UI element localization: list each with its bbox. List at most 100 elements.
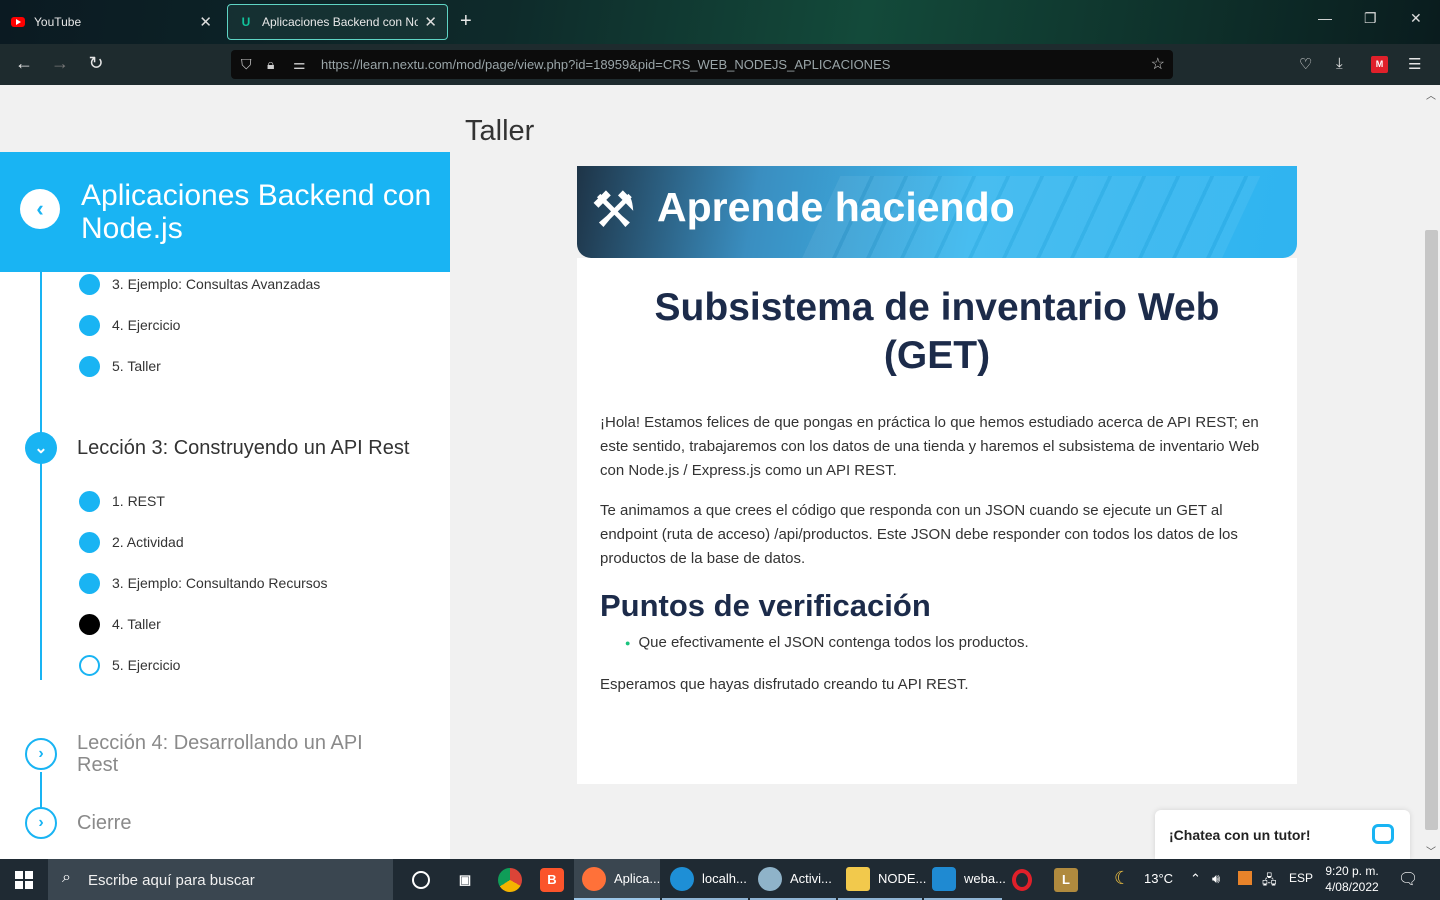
task-view-icon[interactable]: ▣	[445, 859, 485, 900]
taskbar: ⌕ Escribe aquí para buscar ▣ B Aplica...…	[0, 859, 1440, 900]
tab-youtube[interactable]: YouTube ✕	[0, 4, 222, 40]
clock-date: 4/08/2022	[1325, 880, 1379, 894]
tab-title: YouTube	[34, 15, 82, 29]
scrollbar[interactable]: ︿ ﹀	[1423, 85, 1440, 859]
list-item[interactable]: 5. Taller	[79, 354, 161, 378]
restore-icon[interactable]: ❐	[1364, 10, 1377, 27]
menu-icon[interactable]: ☰	[1408, 55, 1421, 73]
closing-paragraph: Esperamos que hayas disfrutado creando t…	[600, 676, 969, 693]
search-placeholder: Escribe aquí para buscar	[88, 872, 255, 889]
page-title: Taller	[465, 115, 535, 147]
progress-dot	[79, 490, 100, 512]
taskbar-app-explorer[interactable]: NODE...	[838, 859, 926, 900]
forward-icon[interactable]: →	[48, 53, 72, 74]
pending-dot	[79, 654, 100, 676]
scroll-thumb[interactable]	[1425, 230, 1438, 830]
chrome-icon[interactable]	[490, 859, 530, 900]
cortana-icon[interactable]	[404, 859, 438, 900]
lesson-4-header[interactable]: › Lección 4: Desarrollando un API Rest	[25, 732, 377, 776]
tab-title: Aplicaciones Backend con Node.js	[262, 15, 419, 29]
course-title: Aplicaciones Backend con Node.js	[81, 179, 432, 245]
content-card: Subsistema de inventario Web (GET) ¡Hola…	[577, 258, 1297, 784]
current-dot	[79, 613, 100, 635]
permissions-icon[interactable]: ⚌	[293, 56, 306, 73]
close-tab-icon[interactable]: ✕	[199, 13, 212, 31]
vscode-icon	[932, 866, 956, 891]
taskbar-app-edge[interactable]: localh...	[662, 859, 748, 900]
progress-dot	[79, 355, 100, 377]
tab-course[interactable]: U Aplicaciones Backend con Node.js ✕	[227, 4, 448, 40]
list-item-current[interactable]: 4. Taller	[79, 612, 161, 636]
language-indicator[interactable]: ESP	[1289, 871, 1313, 885]
network-icon[interactable]: 🖧	[1262, 871, 1277, 893]
banner: ⚒ Aprende haciendo	[577, 166, 1297, 258]
banner-title: Aprende haciendo	[657, 184, 1015, 230]
taskbar-app-paint[interactable]: Activi...	[750, 859, 836, 900]
notifications-icon[interactable]: 🗨︎	[1398, 869, 1418, 889]
chat-widget[interactable]: ¡Chatea con un tutor!	[1155, 810, 1410, 859]
checkpoints-heading: Puntos de verificación	[600, 588, 931, 623]
nextu-icon: U	[241, 15, 251, 29]
league-icon[interactable]: L	[1046, 859, 1086, 900]
shield-icon[interactable]: ⛉	[241, 56, 252, 73]
content-heading: Subsistema de inventario Web (GET)	[654, 286, 1220, 377]
checkpoint-item: Que efectivamente el JSON contenga todos…	[625, 634, 1028, 651]
back-icon[interactable]: ←	[12, 53, 36, 74]
firefox-icon	[582, 866, 606, 891]
progress-dot	[79, 572, 100, 594]
chat-label: ¡Chatea con un tutor!	[1169, 827, 1311, 843]
lock-icon[interactable]: 🔒︎	[267, 56, 274, 73]
pocket-icon[interactable]: ♡	[1299, 55, 1312, 73]
taskbar-search[interactable]: ⌕ Escribe aquí para buscar	[48, 859, 393, 900]
chevron-right-icon[interactable]: ›	[25, 738, 57, 770]
chevron-up-icon[interactable]: ⌃	[1190, 871, 1201, 887]
list-item[interactable]: 3. Ejemplo: Consultas Avanzadas	[79, 272, 320, 296]
clock-time: 9:20 p. m.	[1325, 864, 1379, 878]
url-text[interactable]: https://learn.nextu.com/mod/page/view.ph…	[321, 57, 890, 72]
clock[interactable]: 9:20 p. m. 4/08/2022	[1320, 863, 1384, 895]
list-item[interactable]: 5. Ejercicio	[79, 653, 180, 677]
close-window-icon[interactable]: ✕	[1410, 10, 1422, 27]
download-icon[interactable]: ⤓	[1336, 55, 1343, 72]
weather-moon-icon[interactable]: ☾	[1114, 868, 1130, 889]
chevron-right-icon[interactable]: ›	[25, 807, 57, 839]
windows-start-icon[interactable]	[15, 871, 33, 889]
list-item[interactable]: 3. Ejemplo: Consultando Recursos	[79, 571, 328, 595]
chevron-down-icon[interactable]: ⌄	[25, 432, 57, 464]
notification-app-icon[interactable]	[1238, 871, 1252, 888]
opera-icon[interactable]	[1004, 859, 1040, 900]
extension-icon[interactable]: M	[1371, 56, 1388, 73]
closing-header[interactable]: › Cierre	[25, 807, 377, 839]
paragraph: Te animamos a que crees el código que re…	[600, 502, 1238, 567]
scroll-down-icon[interactable]: ﹀	[1426, 843, 1436, 858]
tools-icon: ⚒	[591, 182, 636, 238]
minimize-icon[interactable]: —	[1318, 10, 1332, 26]
browser-toolbar: ← → ↻ ⛉ 🔒︎ ⚌ https://learn.nextu.com/mod…	[0, 44, 1440, 85]
progress-dot	[79, 531, 100, 553]
chevron-left-icon: ‹	[36, 196, 44, 221]
course-header: ‹ Aplicaciones Backend con Node.js	[0, 152, 450, 272]
close-tab-icon[interactable]: ✕	[424, 13, 437, 31]
edge-icon	[670, 866, 694, 891]
browser-tabstrip: YouTube ✕ U Aplicaciones Backend con Nod…	[0, 0, 1440, 44]
chat-bubble-icon[interactable]	[1372, 824, 1394, 844]
back-button[interactable]: ‹	[20, 189, 60, 229]
progress-dot	[79, 314, 100, 336]
list-item[interactable]: 4. Ejercicio	[79, 313, 180, 337]
taskbar-app-firefox[interactable]: Aplica...	[574, 859, 660, 900]
brave-icon[interactable]: B	[532, 859, 572, 900]
page-content: Taller 3. Ejemplo: Consultas Avanzadas 4…	[0, 85, 1440, 859]
reload-icon[interactable]: ↻	[84, 53, 108, 74]
timeline-line	[40, 272, 42, 680]
progress-dot	[79, 273, 100, 295]
address-bar[interactable]: ⛉ 🔒︎ ⚌ https://learn.nextu.com/mod/page/…	[231, 50, 1173, 79]
scroll-up-icon[interactable]: ︿	[1426, 87, 1436, 102]
list-item[interactable]: 1. REST	[79, 489, 165, 513]
lesson-3-header[interactable]: ⌄ Lección 3: Construyendo un API Rest	[25, 432, 409, 464]
taskbar-app-vscode[interactable]: weba...	[924, 859, 1006, 900]
weather-text[interactable]: 13°C	[1144, 871, 1173, 886]
new-tab-button[interactable]: +	[460, 10, 472, 32]
volume-icon[interactable]: 🔊︎	[1212, 871, 1220, 887]
list-item[interactable]: 2. Actividad	[79, 530, 184, 554]
bookmark-star-icon[interactable]: ☆	[1151, 54, 1165, 74]
